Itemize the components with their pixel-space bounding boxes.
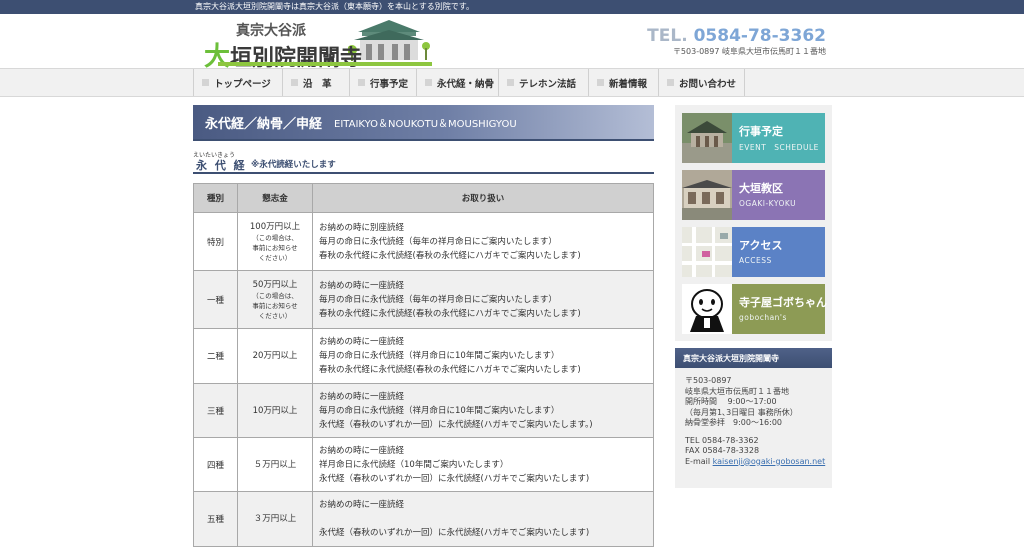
nav-item-telephone-sermon[interactable]: テレホン法話 [499,69,589,96]
eitaikyo-fee-table: 種別 懇志金 お取り扱い 特別 100万円以上 （この場合は、 事前にお知らせ くださ… [193,183,654,547]
table-row: 五種 ３万円以上 お納めの時に一座読経 永代経（春秋のいずれか一回）に永代読経(… [193,491,654,547]
bullet-icon [358,79,365,86]
banner-ogaki-kyoku[interactable]: 大垣教区 OGAKI-KYOKU [682,170,825,220]
banner-event-schedule[interactable]: 行事予定 EVENT SCHEDULE [682,113,825,163]
bullet-icon [597,79,604,86]
column-header-kind: 種別 [193,183,238,213]
header-address: 〒503-0897 岐阜県大垣市伝馬町１１番地 [672,47,826,56]
top-announcement-text: 真宗大谷派大垣別院開闡寺は真宗大谷派（東本願寺）を本山とする別院です。 [195,2,474,11]
site-logo[interactable]: 真宗大谷派 大垣別院開闡寺 [198,18,434,72]
banner-label: 寺子屋ゴボちゃん gobochan's [732,284,827,334]
bullet-icon [291,79,298,86]
section-note: ※永代読経いたします [251,160,336,170]
row-amount: ５万円以上 [237,437,313,492]
email-link[interactable]: kaisenji@ogaki-gobosan.net [713,457,826,466]
nav-item-news[interactable]: 新着情報 [589,69,659,96]
map-icon [682,227,732,277]
bullet-icon [425,79,432,86]
column-header-amount: 懇志金 [237,183,313,213]
main-content: 永代経／納骨／申経 EITAIKYO＆NOUKOTU＆MOUSHIGYOU えい… [193,105,654,547]
info-tel: TEL 0584-78-3362 [685,435,759,445]
row-description: お納めの時に一座読経 毎月の命日に永代読経（祥月命日に10年間ご案内いたします）永… [312,383,654,438]
nav-item-top[interactable]: トップページ [193,69,283,96]
row-kind: 三種 [193,383,238,438]
sidebar-banners: 行事予定 EVENT SCHEDULE 大垣教区 OGAKI-KYOKU アクセ… [675,105,832,341]
building-photo-icon [682,170,732,220]
info-email-row: E-mail kaisenji@ogaki-gobosan.net [685,456,826,466]
row-description: お納めの時に一座読経 毎月の命日に永代読経（毎年の祥月命日にご案内いたします） 春秋… [312,270,654,329]
nav-item-eitaikyo[interactable]: 永代経・納骨 [417,69,499,96]
row-description: お納めの時に別座読経 毎月の命日に永代読経（毎年の祥月命日にご案内いたします） 春秋… [312,212,654,271]
row-description: お納めの時に一座読経 毎月の命日に永代読経（祥月命日に10年間ご案内いたします）春… [312,328,654,384]
row-amount: 20万円以上 [237,328,313,384]
section-title: 永 代 経 [196,159,247,172]
row-description: お納めの時に一座読経 永代経（春秋のいずれか一回）に永代読経(ハガキでご案内いた… [312,491,654,547]
info-postal: 〒503-0897 [685,376,732,385]
page-title-banner: 永代経／納骨／申経 EITAIKYO＆NOUKOTU＆MOUSHIGYOU [193,105,654,141]
section-heading: えいたいきょう 永 代 経 ※永代読経いたします [193,150,654,174]
site-header: 真宗大谷派 大垣別院開闡寺 TEL. 0584-78-3362 〒503-089… [0,14,1024,72]
info-box-title: 真宗大谷派大垣別院開闡寺 [675,348,832,368]
table-row: 一種 50万円以上 （この場合は、 事前にお知らせ ください） お納めの時に一座読経毎… [193,270,654,329]
info-box: 〒503-0897 岐阜県大垣市伝馬町１１番地 開所時間 9:00〜17:00 … [675,368,832,488]
table-row: 三種 10万円以上 お納めの時に一座読経 毎月の命日に永代読経（祥月命日に10年間… [193,383,654,438]
header-tel: TEL. 0584-78-3362 [647,26,826,46]
logo-underline [218,62,432,66]
top-announcement-bar: 真宗大谷派大垣別院開闡寺は真宗大谷派（東本願寺）を本山とする別院です。 [0,0,1024,14]
page-title: 永代経／納骨／申経 [205,116,323,132]
column-header-handling: お取り扱い [312,183,654,213]
row-kind: 二種 [193,328,238,384]
temple-photo-icon [682,113,732,163]
table-row: 特別 100万円以上 （この場合は、 事前にお知らせ ください） お納めの時に別座読経… [193,212,654,271]
table-row: 二種 20万円以上 お納めの時に一座読経 毎月の命日に永代読経（祥月命日に10年間… [193,328,654,384]
row-amount: 100万円以上 （この場合は、 事前にお知らせ ください） [237,212,313,271]
info-address: 岐阜県大垣市伝馬町１１番地 [685,386,789,396]
info-fax: FAX 0584-78-3328 [685,446,760,455]
gobochan-mascot-icon [682,284,732,334]
banner-label: 行事予定 EVENT SCHEDULE [732,113,825,163]
nav-item-events[interactable]: 行事予定 [350,69,417,96]
bullet-icon [507,79,514,86]
table-row: 四種 ５万円以上 お納めの時に一座読経 祥月命日に永代読経（10年間ご案内いたしま… [193,437,654,492]
row-kind: 特別 [193,212,238,271]
page-title-english: EITAIKYO＆NOUKOTU＆MOUSHIGYOU [334,118,517,130]
row-amount: ３万円以上 [237,491,313,547]
banner-gobochan[interactable]: 寺子屋ゴボちゃん gobochan's [682,284,827,334]
banner-access[interactable]: アクセス ACCESS [682,227,825,277]
row-description: お納めの時に一座読経 祥月命日に永代読経（10年間ご案内いたします） 永代経（春秋の… [312,437,654,492]
nav-item-contact[interactable]: お問い合わせ [659,69,745,96]
row-kind: 一種 [193,270,238,329]
info-worship-hours: 納骨堂参拝 9:00〜16:00 [685,418,783,427]
info-hours: 開所時間 9:00〜17:00 [685,397,777,406]
bullet-icon [667,79,674,86]
row-amount: 50万円以上 （この場合は、 事前にお知らせ ください） [237,270,313,329]
banner-label: 大垣教区 OGAKI-KYOKU [732,170,825,220]
bullet-icon [202,79,209,86]
banner-label: アクセス ACCESS [732,227,825,277]
row-kind: 五種 [193,491,238,547]
row-amount: 10万円以上 [237,383,313,438]
main-nav: トップページ 沿 革 行事予定 永代経・納骨 テレホン法話 新着情報 お問い合わ… [0,68,1024,97]
info-closed: （毎月第1､3日曜日 事務所休） [685,407,798,417]
row-kind: 四種 [193,437,238,492]
sidebar: 行事予定 EVENT SCHEDULE 大垣教区 OGAKI-KYOKU アクセ… [675,105,832,488]
nav-item-history[interactable]: 沿 革 [283,69,350,96]
